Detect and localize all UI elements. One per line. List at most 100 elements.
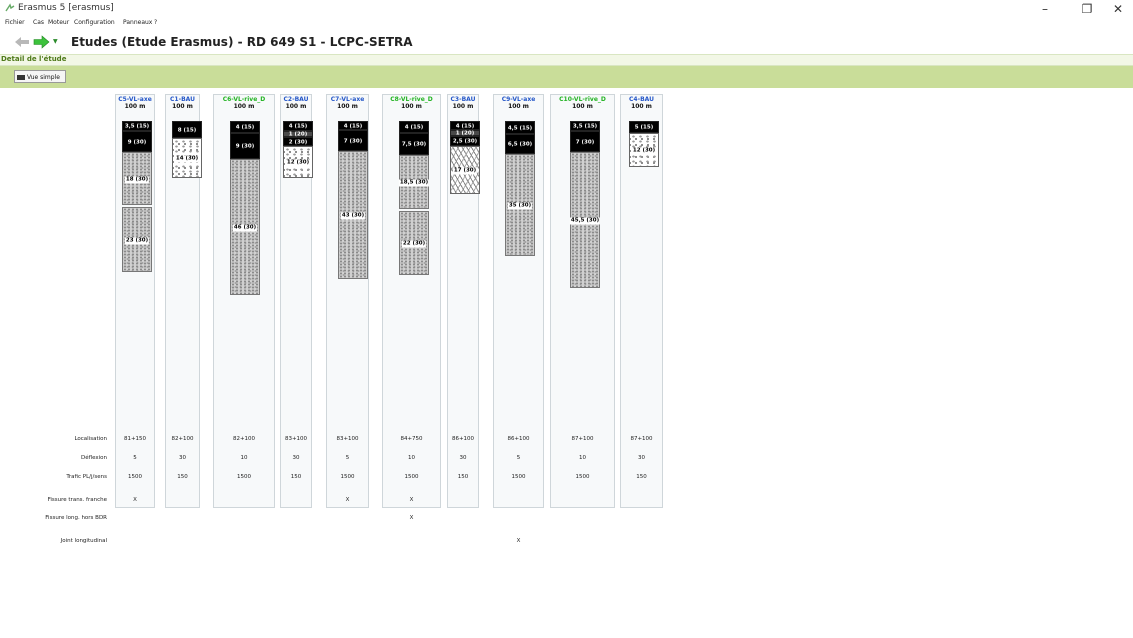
property-value: 82+100 [232,436,256,442]
property-value: 150 [636,474,647,480]
section-column-8[interactable]: C9-VL-axe 100 m 4,5 (15) 6,5 (30) 35 (30) [493,94,544,508]
menu-configuration[interactable]: Configuration [74,19,115,26]
section-column-3[interactable]: C6-VL-rive_D 100 m 4 (15) 9 (30) 46 (30) [213,94,275,508]
section-name: C4-BAU [629,96,654,103]
menu-bar: Fichier Cas Moteur Configuration Panneau… [0,19,1133,30]
pavement-layer[interactable]: 7,5 (30) [399,133,429,155]
menu-help[interactable]: ? [154,19,157,26]
property-value: 81+150 [123,436,147,442]
study-detail-panel: C5-VL-axe 100 m 3,5 (15) 9 (30) 18 (30) 23 (3… [0,90,1133,638]
section-name: C8-VL-rive_D [390,96,433,103]
section-column-7[interactable]: C3-BAU 100 m4 (15) 1 (20) 2,5 (30) 17 (30) [447,94,480,508]
property-value: 5 [345,455,350,461]
property-label: Fissure long. hors BDR [45,515,107,521]
title-bar: Erasmus 5 [erasmus] – ❐ ✕ [0,0,1133,19]
pavement-layer[interactable]: 45,5 (30) [569,152,601,288]
pavement-layer[interactable]: 8 (15) [172,121,202,138]
property-value: 30 [292,455,300,461]
property-label: Fissure trans. franche [47,497,107,503]
section-length: 100 m [285,103,307,110]
pavement-layer[interactable]: 3,5 (15) [570,121,600,131]
section-column-9[interactable]: C10-VL-rive_D 100 m 3,5 (15) 7 (30) 45,5 (30… [550,94,615,508]
layer-label: 8 (15) [177,127,197,133]
close-button[interactable]: ✕ [1109,2,1127,16]
pavement-layer[interactable]: 4 (15) [230,121,260,133]
pavement-layer[interactable]: 2,5 (30) [450,136,480,146]
app-logo-icon [5,3,15,12]
property-value: 10 [240,455,248,461]
section-column-4[interactable]: C2-BAU 100 m4 (15) 1 (20) 2 (30) 12 (30) [280,94,313,508]
section-length: 100 m [233,103,255,110]
layer-label: 5 (15) [634,124,654,131]
forward-arrow-icon[interactable] [33,35,50,49]
pavement-layer[interactable]: 7 (30) [570,131,600,152]
property-value: X [133,497,137,503]
pavement-layer[interactable]: 9 (30) [230,133,260,159]
layer-label: 9 (30) [235,143,255,150]
pavement-layer[interactable]: 35 (30) [505,154,535,256]
pavement-layer[interactable]: 4 (15) [338,121,368,130]
section-length: 100 m [572,103,593,110]
property-label: Localisation [74,436,107,442]
pavement-layer[interactable]: 4 (15) [450,121,480,130]
pavement-layer[interactable]: 17 (30) [450,146,480,194]
pavement-layer[interactable]: 4 (15) [283,121,313,131]
layer-label: 35 (30) [507,202,533,210]
vue-simple-label: Vue simple [27,74,60,81]
pavement-layer[interactable]: 3,5 (15) [122,121,152,131]
pavement-layer[interactable]: 7 (30) [338,130,368,151]
pavement-layer[interactable]: 4,5 (15) [505,121,535,134]
layer-label: 7 (30) [575,139,595,145]
menu-fichier[interactable]: Fichier [5,19,25,26]
property-value: 1500 [237,474,251,480]
pavement-layer[interactable]: 14 (30) [172,138,202,178]
property-value: 83+100 [336,436,359,442]
property-value: 10 [579,455,586,461]
pavement-layer[interactable]: 4 (15) [399,121,429,133]
layer-label: 43 (30) [340,212,366,220]
section-length: 100 m [452,103,474,110]
layer-label: 4,5 (15) [507,125,533,131]
menu-moteur[interactable]: Moteur [48,19,69,26]
menu-panneaux[interactable]: Panneaux [123,19,152,26]
pavement-layer[interactable]: 12 (30) [629,133,659,167]
vue-simple-button[interactable]: Vue simple [14,70,66,83]
pavement-layer[interactable]: 12 (30) [283,146,313,178]
section-name: C9-VL-axe [501,96,536,103]
minimize-button[interactable]: – [1036,2,1054,16]
layer-label: 4 (15) [235,124,255,131]
section-column-10[interactable]: C4-BAU 100 m 5 (15) 12 (30) [620,94,663,508]
pavement-layer[interactable]: 46 (30) [230,159,260,295]
property-value: 150 [457,474,469,480]
section-name: C3-BAU [450,96,476,103]
history-dropdown-icon[interactable]: ▼ [53,38,58,45]
pavement-layer[interactable]: 5 (15) [629,121,659,133]
pavement-layer[interactable]: 43 (30) [338,151,368,279]
pavement-layer[interactable]: 22 (30) [399,211,429,275]
layer-label: 14 (30) [174,155,200,163]
layer-label: 3,5 (15) [572,123,598,130]
window-title: Erasmus 5 [erasmus] [18,3,114,13]
restore-button[interactable]: ❐ [1078,2,1096,16]
pavement-layer[interactable]: 2 (30) [283,137,313,146]
pavement-layer[interactable]: 18 (30) [122,152,152,205]
property-value: 30 [179,455,186,461]
property-label: Déflexion [80,455,107,461]
section-length: 100 m [508,103,529,110]
section-column-2[interactable]: C1-BAU 100 m 8 (15) 14 (30) [165,94,202,508]
property-value: 87+100 [630,436,653,442]
pavement-layer[interactable]: 6,5 (30) [505,134,535,154]
back-arrow-icon[interactable] [14,36,30,48]
property-value: 150 [177,474,188,480]
section-column-6[interactable]: C8-VL-rive_D 100 m 4 (15) 7,5 (30) 18,5 (30)… [382,94,441,508]
layer-label: 46 (30) [232,224,258,232]
property-value: 150 [290,474,302,480]
pavement-layer[interactable]: 18,5 (30) [398,155,430,209]
section-length: 100 m [631,103,652,110]
pavement-layer[interactable]: 9 (30) [122,131,152,152]
pavement-layer[interactable]: 23 (30) [122,207,152,272]
menu-cas[interactable]: Cas [33,19,44,26]
section-name: C10-VL-rive_D [559,96,606,103]
section-column-5[interactable]: C7-VL-axe 100 m 4 (15) 7 (30) 43 (30) [326,94,369,508]
section-column-1[interactable]: C5-VL-axe 100 m 3,5 (15) 9 (30) 18 (30) 23 (3… [115,94,155,508]
